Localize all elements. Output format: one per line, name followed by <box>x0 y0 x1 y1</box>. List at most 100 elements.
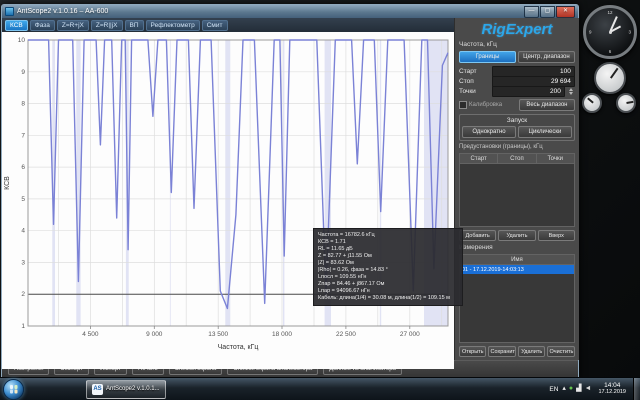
preset-delete-button[interactable]: Удалить <box>498 230 535 241</box>
measurement-clear-button[interactable]: Очистить <box>547 346 574 357</box>
measurement-item[interactable]: 01 - 17.12.2019-14:03:13 <box>460 265 574 274</box>
tab-z-parallel[interactable]: Z=R||jX <box>91 20 123 31</box>
caption-buttons: — ▢ ✕ <box>524 6 575 18</box>
svg-text:22 500: 22 500 <box>336 331 356 338</box>
tab-reflectometer[interactable]: Рефлектометр <box>146 20 200 31</box>
start-field[interactable]: 100 <box>492 66 575 77</box>
calibration-label: Калибровка <box>469 102 517 108</box>
calibration-checkbox[interactable] <box>459 101 467 109</box>
preset-add-button[interactable]: Добавить <box>459 230 496 241</box>
taskbar-clock[interactable]: 14:04 17.12.2019 <box>595 382 629 396</box>
gauge-large <box>594 62 626 94</box>
measurements-label: Измерения <box>459 244 575 251</box>
run-group: Запуск ОднократноЦиклически <box>459 114 575 141</box>
bounds-mode-button[interactable]: Границы <box>459 51 516 63</box>
minimize-button[interactable]: — <box>524 6 539 18</box>
gauge-needle <box>587 98 593 103</box>
svg-text:4 500: 4 500 <box>82 331 99 338</box>
volume-icon[interactable]: ◄ <box>585 385 592 393</box>
measurements-header-row: Имя <box>460 255 574 265</box>
antivirus-icon[interactable]: ● <box>569 385 573 393</box>
svg-text:6: 6 <box>21 164 25 171</box>
freq-fields: Старт100Стоп29 694Точки200 <box>459 66 575 96</box>
stop-field[interactable]: 29 694 <box>492 76 575 87</box>
gauge-small-right <box>616 93 636 113</box>
window-title: AntScope2 v.1.0.16 – AA-600 <box>17 8 108 15</box>
clock-gadget[interactable]: 12 3 6 9 <box>583 5 637 59</box>
start-label: Старт <box>459 68 489 75</box>
rigexpert-logo: RigExpert <box>459 21 575 38</box>
gauge-needle <box>610 68 618 78</box>
preset-up-button[interactable]: Вверх <box>538 230 575 241</box>
swr-chart[interactable]: 123456789104 5009 00013 50018 00022 5002… <box>2 32 454 364</box>
window-titlebar[interactable]: AntScope2 v.1.0.16 – AA-600 — ▢ ✕ <box>2 5 578 18</box>
start-button[interactable] <box>3 379 24 400</box>
chart-zone: 123456789104 5009 00013 50018 00022 5002… <box>2 32 454 369</box>
tab-phase[interactable]: Фаза <box>30 20 55 31</box>
presets-col-1: Стоп <box>498 154 536 163</box>
svg-text:4: 4 <box>21 228 25 235</box>
tooltip-line-5: |Rho| = 0.26, фаза = 14.83 ° <box>318 267 458 274</box>
presets-table: СтартСтопТочки <box>459 153 575 227</box>
tooltip-line-4: |Z| = 83.62 Ом <box>318 260 458 267</box>
app-icon <box>5 7 14 16</box>
spinner-up-icon <box>569 88 573 91</box>
maximize-button[interactable]: ▢ <box>540 6 555 18</box>
points-field[interactable]: 200 <box>492 86 565 97</box>
hidden-icons-icon[interactable]: ▴ <box>562 385 566 393</box>
x-axis-title: Частота, кГц <box>218 344 259 351</box>
points-spinner[interactable] <box>568 88 575 95</box>
frequency-section-label: Частота, кГц <box>459 41 575 48</box>
antscope-window: AntScope2 v.1.0.16 – AA-600 — ▢ ✕ КСВФаз… <box>1 4 579 378</box>
measurement-delete-button[interactable]: Удалить <box>518 346 545 357</box>
taskbar-date: 17.12.2019 <box>598 389 626 396</box>
taskbar-time: 14:04 <box>598 382 626 389</box>
presets-col-0: Старт <box>460 154 498 163</box>
network-icon[interactable]: ▟ <box>576 385 581 393</box>
language-indicator[interactable]: EN <box>549 386 558 393</box>
presets-body[interactable] <box>460 164 574 226</box>
close-button[interactable]: ✕ <box>556 6 575 18</box>
svg-text:7: 7 <box>21 132 25 139</box>
measurements-list[interactable]: 01 - 17.12.2019-14:03:13 <box>460 265 574 342</box>
tooltip-line-9: Кабель: длина(1/4) = 30.08 м, длина(1/2)… <box>318 295 458 302</box>
tooltip-line-6: Lпосл = 109.55 нГн <box>318 274 458 281</box>
tooltip-line-0: Частота = 16782.6 кГц <box>318 232 458 239</box>
taskbar-app-button[interactable]: AS AntScope2 v.1.0.1... <box>86 380 166 399</box>
run-single-button[interactable]: Однократно <box>462 126 516 138</box>
gauge-gadget[interactable] <box>582 62 638 116</box>
svg-text:3: 3 <box>21 259 25 266</box>
run-cyclic-button[interactable]: Циклически <box>518 126 572 138</box>
tray-icons: ▴●▟ ◄ <box>562 385 591 393</box>
points-label: Точки <box>459 88 489 95</box>
tab-smith[interactable]: Смит <box>202 20 228 31</box>
svg-text:10: 10 <box>18 37 26 44</box>
tooltip-line-7: Zпар = 84.46 + j867.17 Ом <box>318 281 458 288</box>
full-range-button[interactable]: Весь диапазон <box>519 99 575 111</box>
control-panel: RigExpert Частота, кГц ГраницыЦентр, диа… <box>454 18 579 360</box>
svg-text:2: 2 <box>21 291 25 298</box>
presets-buttons: ДобавитьУдалитьВверх <box>459 230 575 241</box>
presets-col-2: Точки <box>537 154 574 163</box>
tooltip-line-1: КСВ = 1.71 <box>318 239 458 246</box>
gauge-small-left <box>582 93 602 113</box>
measurement-open-button[interactable]: Открыть <box>459 346 486 357</box>
show-desktop-button[interactable] <box>633 378 640 400</box>
measurement-save-button[interactable]: Сохранить <box>488 346 515 357</box>
center-span-mode-button[interactable]: Центр, диапазон <box>518 51 575 63</box>
stop-row: Стоп29 694 <box>459 76 575 86</box>
clock-center-dot <box>609 31 612 34</box>
svg-text:5: 5 <box>21 196 25 203</box>
tab-rl[interactable]: ВП <box>125 20 144 31</box>
measurements-buttons: ОткрытьСохранитьУдалитьОчистить <box>459 346 575 357</box>
clock-number-9: 9 <box>589 30 592 35</box>
gauge-needle <box>627 101 634 104</box>
tab-swr[interactable]: КСВ <box>5 20 28 31</box>
svg-text:18 000: 18 000 <box>272 331 292 338</box>
taskbar-app-label: AntScope2 v.1.0.1... <box>106 386 160 392</box>
tab-z-series[interactable]: Z=R+jX <box>57 20 89 31</box>
svg-text:27 000: 27 000 <box>400 331 420 338</box>
points-row: Точки200 <box>459 86 575 96</box>
svg-text:1: 1 <box>21 323 25 330</box>
svg-text:9: 9 <box>21 69 25 76</box>
